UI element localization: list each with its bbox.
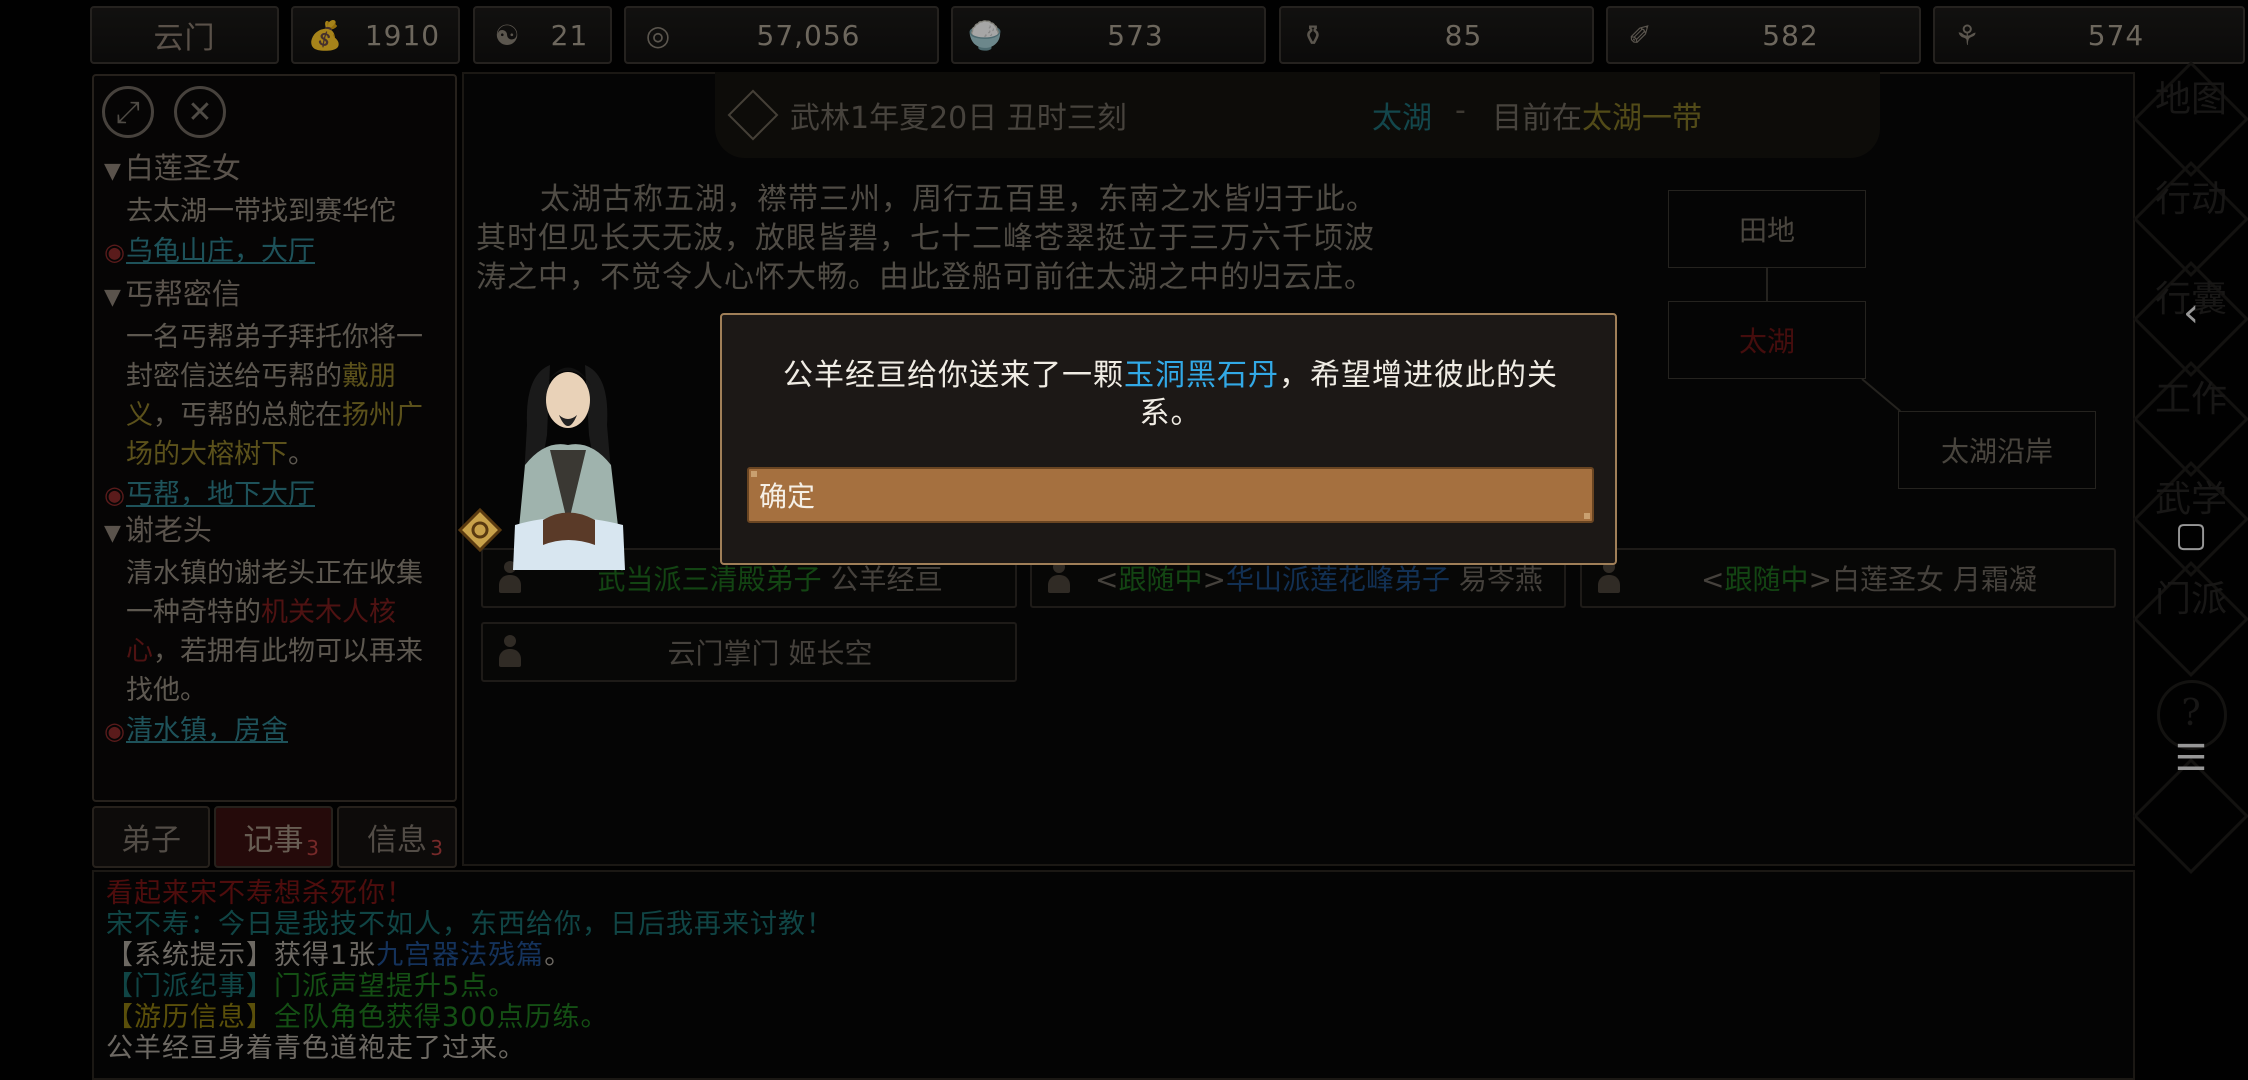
dialog-text: 公羊经亘给你送来了一颗 xyxy=(783,358,1124,393)
dialog-item-name: 玉洞黑石丹 xyxy=(1124,358,1279,393)
confirm-button[interactable]: 确定 xyxy=(747,467,1594,523)
gift-dialog: 公羊经亘给你送来了一颗玉洞黑石丹，希望增进彼此的关系。 确定 xyxy=(720,313,1617,565)
dialog-message: 公羊经亘给你送来了一颗玉洞黑石丹，希望增进彼此的关系。 xyxy=(762,357,1579,433)
npc-portrait xyxy=(457,365,625,570)
